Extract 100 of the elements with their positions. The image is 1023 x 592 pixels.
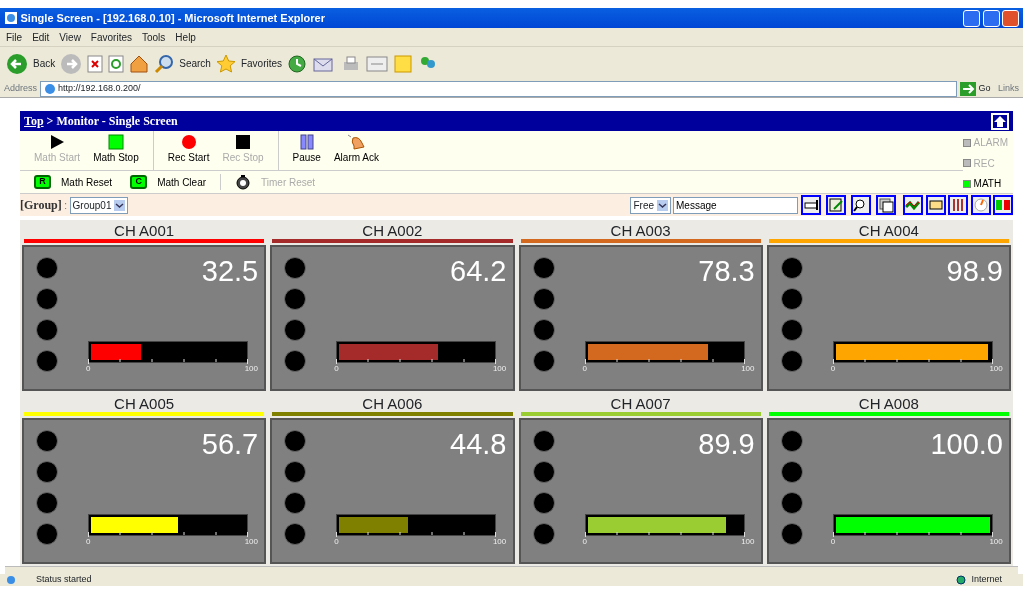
view-button[interactable] xyxy=(993,195,1013,215)
view-button[interactable] xyxy=(850,195,871,215)
top-link[interactable]: Top xyxy=(24,114,44,128)
view-button[interactable] xyxy=(800,195,821,215)
play-icon xyxy=(49,133,66,150)
menu-item[interactable]: Favorites xyxy=(90,29,132,45)
links-button[interactable]: Links xyxy=(998,81,1019,96)
lamp-label: REC xyxy=(973,156,995,171)
bell-icon xyxy=(347,133,366,150)
view-button[interactable] xyxy=(903,195,923,215)
scale-min-label: 0 xyxy=(830,538,836,546)
alarm-lamp xyxy=(284,350,307,372)
scale-max-label: 100 xyxy=(244,538,258,546)
menu-item[interactable]: Help xyxy=(175,29,196,45)
up-arrow-icon[interactable] xyxy=(991,112,1009,130)
alarm-lamp xyxy=(532,523,555,545)
menu-item[interactable]: Edit xyxy=(32,29,50,45)
channel-name: CH A007 xyxy=(609,395,672,412)
alarm-lamp xyxy=(780,319,803,341)
scale-min-label: 0 xyxy=(334,365,339,373)
search-icon[interactable] xyxy=(154,53,175,74)
go-arrow-icon[interactable] xyxy=(959,81,976,96)
window-icon xyxy=(877,197,894,213)
toolbar-button[interactable]: Alarm Ack xyxy=(329,133,383,168)
window-title: Single Screen - [192.168.0.10] - Microsoft Internet Explorer xyxy=(20,10,326,26)
toolbar-button[interactable]: Math Stop xyxy=(89,133,143,168)
favorites-button[interactable]: Favorites xyxy=(240,56,283,71)
channel-value: 78.3 xyxy=(698,257,755,286)
channel-name: CH A008 xyxy=(857,395,920,412)
zone-text: Internet xyxy=(971,573,1002,587)
home-icon[interactable] xyxy=(129,53,150,74)
address-label: Address xyxy=(4,81,38,95)
history-icon[interactable] xyxy=(287,53,308,74)
alarm-lamp xyxy=(36,257,58,279)
alarm-lamp xyxy=(532,461,555,483)
pause-icon xyxy=(298,133,315,150)
globe-icon xyxy=(956,575,967,585)
letter-icon: C xyxy=(130,175,148,189)
channel-name: CH A001 xyxy=(113,222,176,239)
record-icon xyxy=(180,133,197,150)
channel-name: CH A003 xyxy=(609,222,672,239)
view-button[interactable] xyxy=(970,195,991,215)
scale-max-label: 100 xyxy=(492,365,507,373)
minimize-button[interactable] xyxy=(963,9,980,27)
message-field[interactable]: Message xyxy=(673,196,798,214)
alarm-lamp xyxy=(532,257,555,279)
scale-max-label: 100 xyxy=(989,365,1003,373)
group-select[interactable]: Group01 xyxy=(69,196,128,214)
scale-min-label: 0 xyxy=(86,365,91,373)
restore-button[interactable] xyxy=(982,9,1000,27)
ie-page-icon xyxy=(6,575,16,585)
menu-item[interactable]: File xyxy=(6,29,23,45)
group-label: [Group] xyxy=(20,197,62,214)
toolbar-button[interactable]: Rec Start xyxy=(163,133,214,168)
scale-max-label: 100 xyxy=(492,538,507,546)
alarm-lamp xyxy=(532,288,555,310)
panel-icon xyxy=(995,197,1011,213)
scale-min-label: 0 xyxy=(334,538,339,546)
scale-max-label: 100 xyxy=(989,538,1003,546)
menu-item[interactable]: Tools xyxy=(142,29,166,45)
alarm-lamp xyxy=(36,492,58,514)
bar-display-icon xyxy=(802,197,819,213)
message-type-select[interactable]: Free xyxy=(630,196,671,214)
alarm-lamp xyxy=(284,430,307,452)
toolbar-button[interactable]: Pause xyxy=(288,133,325,168)
close-button[interactable] xyxy=(1002,9,1019,27)
channel-value: 32.5 xyxy=(201,257,259,286)
alarm-lamp xyxy=(284,492,307,514)
bar-graph-icon xyxy=(950,197,966,213)
dropdown-arrow-icon xyxy=(114,199,125,211)
alarm-lamp xyxy=(36,430,58,452)
view-button[interactable] xyxy=(948,195,968,215)
stop-icon[interactable] xyxy=(87,54,104,73)
channel-value: 64.2 xyxy=(450,257,507,286)
star-icon[interactable] xyxy=(215,53,236,74)
refresh-icon[interactable] xyxy=(108,54,125,73)
channel-name: CH A006 xyxy=(361,395,424,412)
toolbar-button[interactable]: R Math Reset xyxy=(30,174,117,190)
address-field[interactable]: http://192.168.0.200/ xyxy=(39,80,958,97)
ie-page-icon xyxy=(43,82,56,95)
alarm-lamp xyxy=(780,523,803,545)
menu-item[interactable]: View xyxy=(59,29,81,45)
stopwatch-icon xyxy=(235,174,252,190)
channel-name: CH A002 xyxy=(361,222,424,239)
square-icon xyxy=(107,133,124,150)
channel-value: 98.9 xyxy=(946,257,1003,286)
dial-icon xyxy=(972,197,989,213)
view-button[interactable] xyxy=(875,195,896,215)
back-button[interactable]: Back xyxy=(33,56,56,71)
go-button[interactable]: Go xyxy=(978,81,991,96)
ie-page-icon xyxy=(4,11,18,25)
alarm-lamp xyxy=(532,492,555,514)
scale-min-label: 0 xyxy=(86,538,91,546)
channel-value: 44.8 xyxy=(450,430,507,459)
notepad-icon xyxy=(827,197,844,213)
view-button[interactable] xyxy=(825,195,846,215)
channel-value: 56.7 xyxy=(201,430,259,459)
toolbar-button[interactable]: C Math Clear xyxy=(126,174,211,190)
view-button[interactable] xyxy=(925,195,946,215)
search-button[interactable]: Search xyxy=(179,56,211,71)
